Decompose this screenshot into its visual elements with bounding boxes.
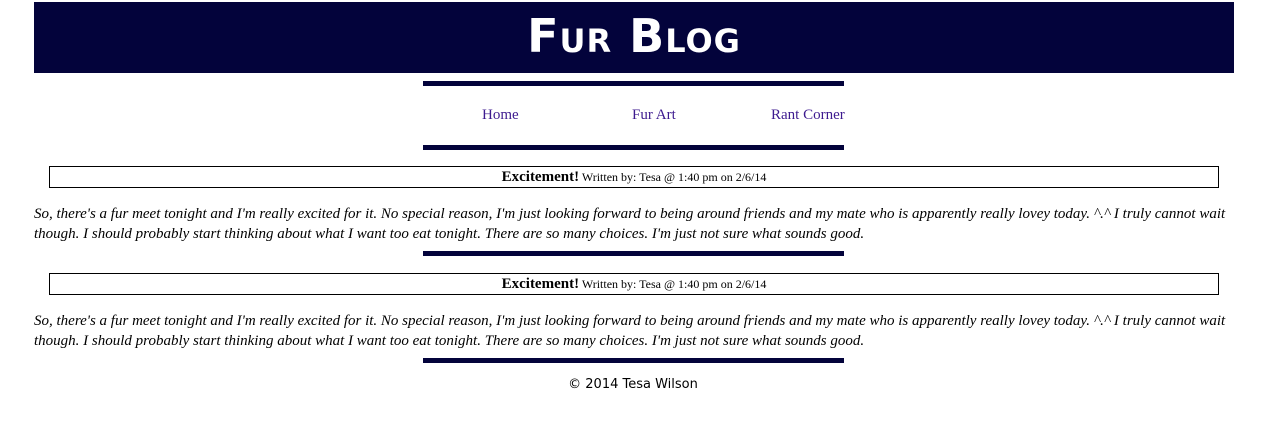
- post-header: Excitement! Written by: Tesa @ 1:40 pm o…: [49, 273, 1219, 295]
- footer-copyright: © 2014 Tesa Wilson: [568, 377, 698, 392]
- main-nav: Home Fur Art Rant Corner: [423, 100, 863, 130]
- post-byline: Written by: Tesa @ 1:40 pm on 2/6/14: [581, 277, 767, 291]
- post-byline: Written by: Tesa @ 1:40 pm on 2/6/14: [581, 170, 767, 184]
- site-title: Fur Blog: [527, 8, 741, 63]
- nav-link-home[interactable]: Home: [482, 107, 519, 124]
- post-body: So, there's a fur meet tonight and I'm r…: [34, 313, 1226, 349]
- post-title: Excitement!: [501, 276, 580, 292]
- post-divider: [423, 358, 844, 363]
- nav-link-fur-art[interactable]: Fur Art: [632, 107, 676, 124]
- site-header: Fur Blog: [34, 2, 1234, 73]
- post-title: Excitement!: [501, 169, 580, 185]
- nav-bottom-divider: [423, 145, 844, 150]
- post-header: Excitement! Written by: Tesa @ 1:40 pm o…: [49, 166, 1219, 188]
- nav-link-rant-corner[interactable]: Rant Corner: [771, 107, 845, 124]
- nav-top-divider: [423, 81, 844, 86]
- post-divider: [423, 251, 844, 256]
- post-body: So, there's a fur meet tonight and I'm r…: [34, 206, 1226, 242]
